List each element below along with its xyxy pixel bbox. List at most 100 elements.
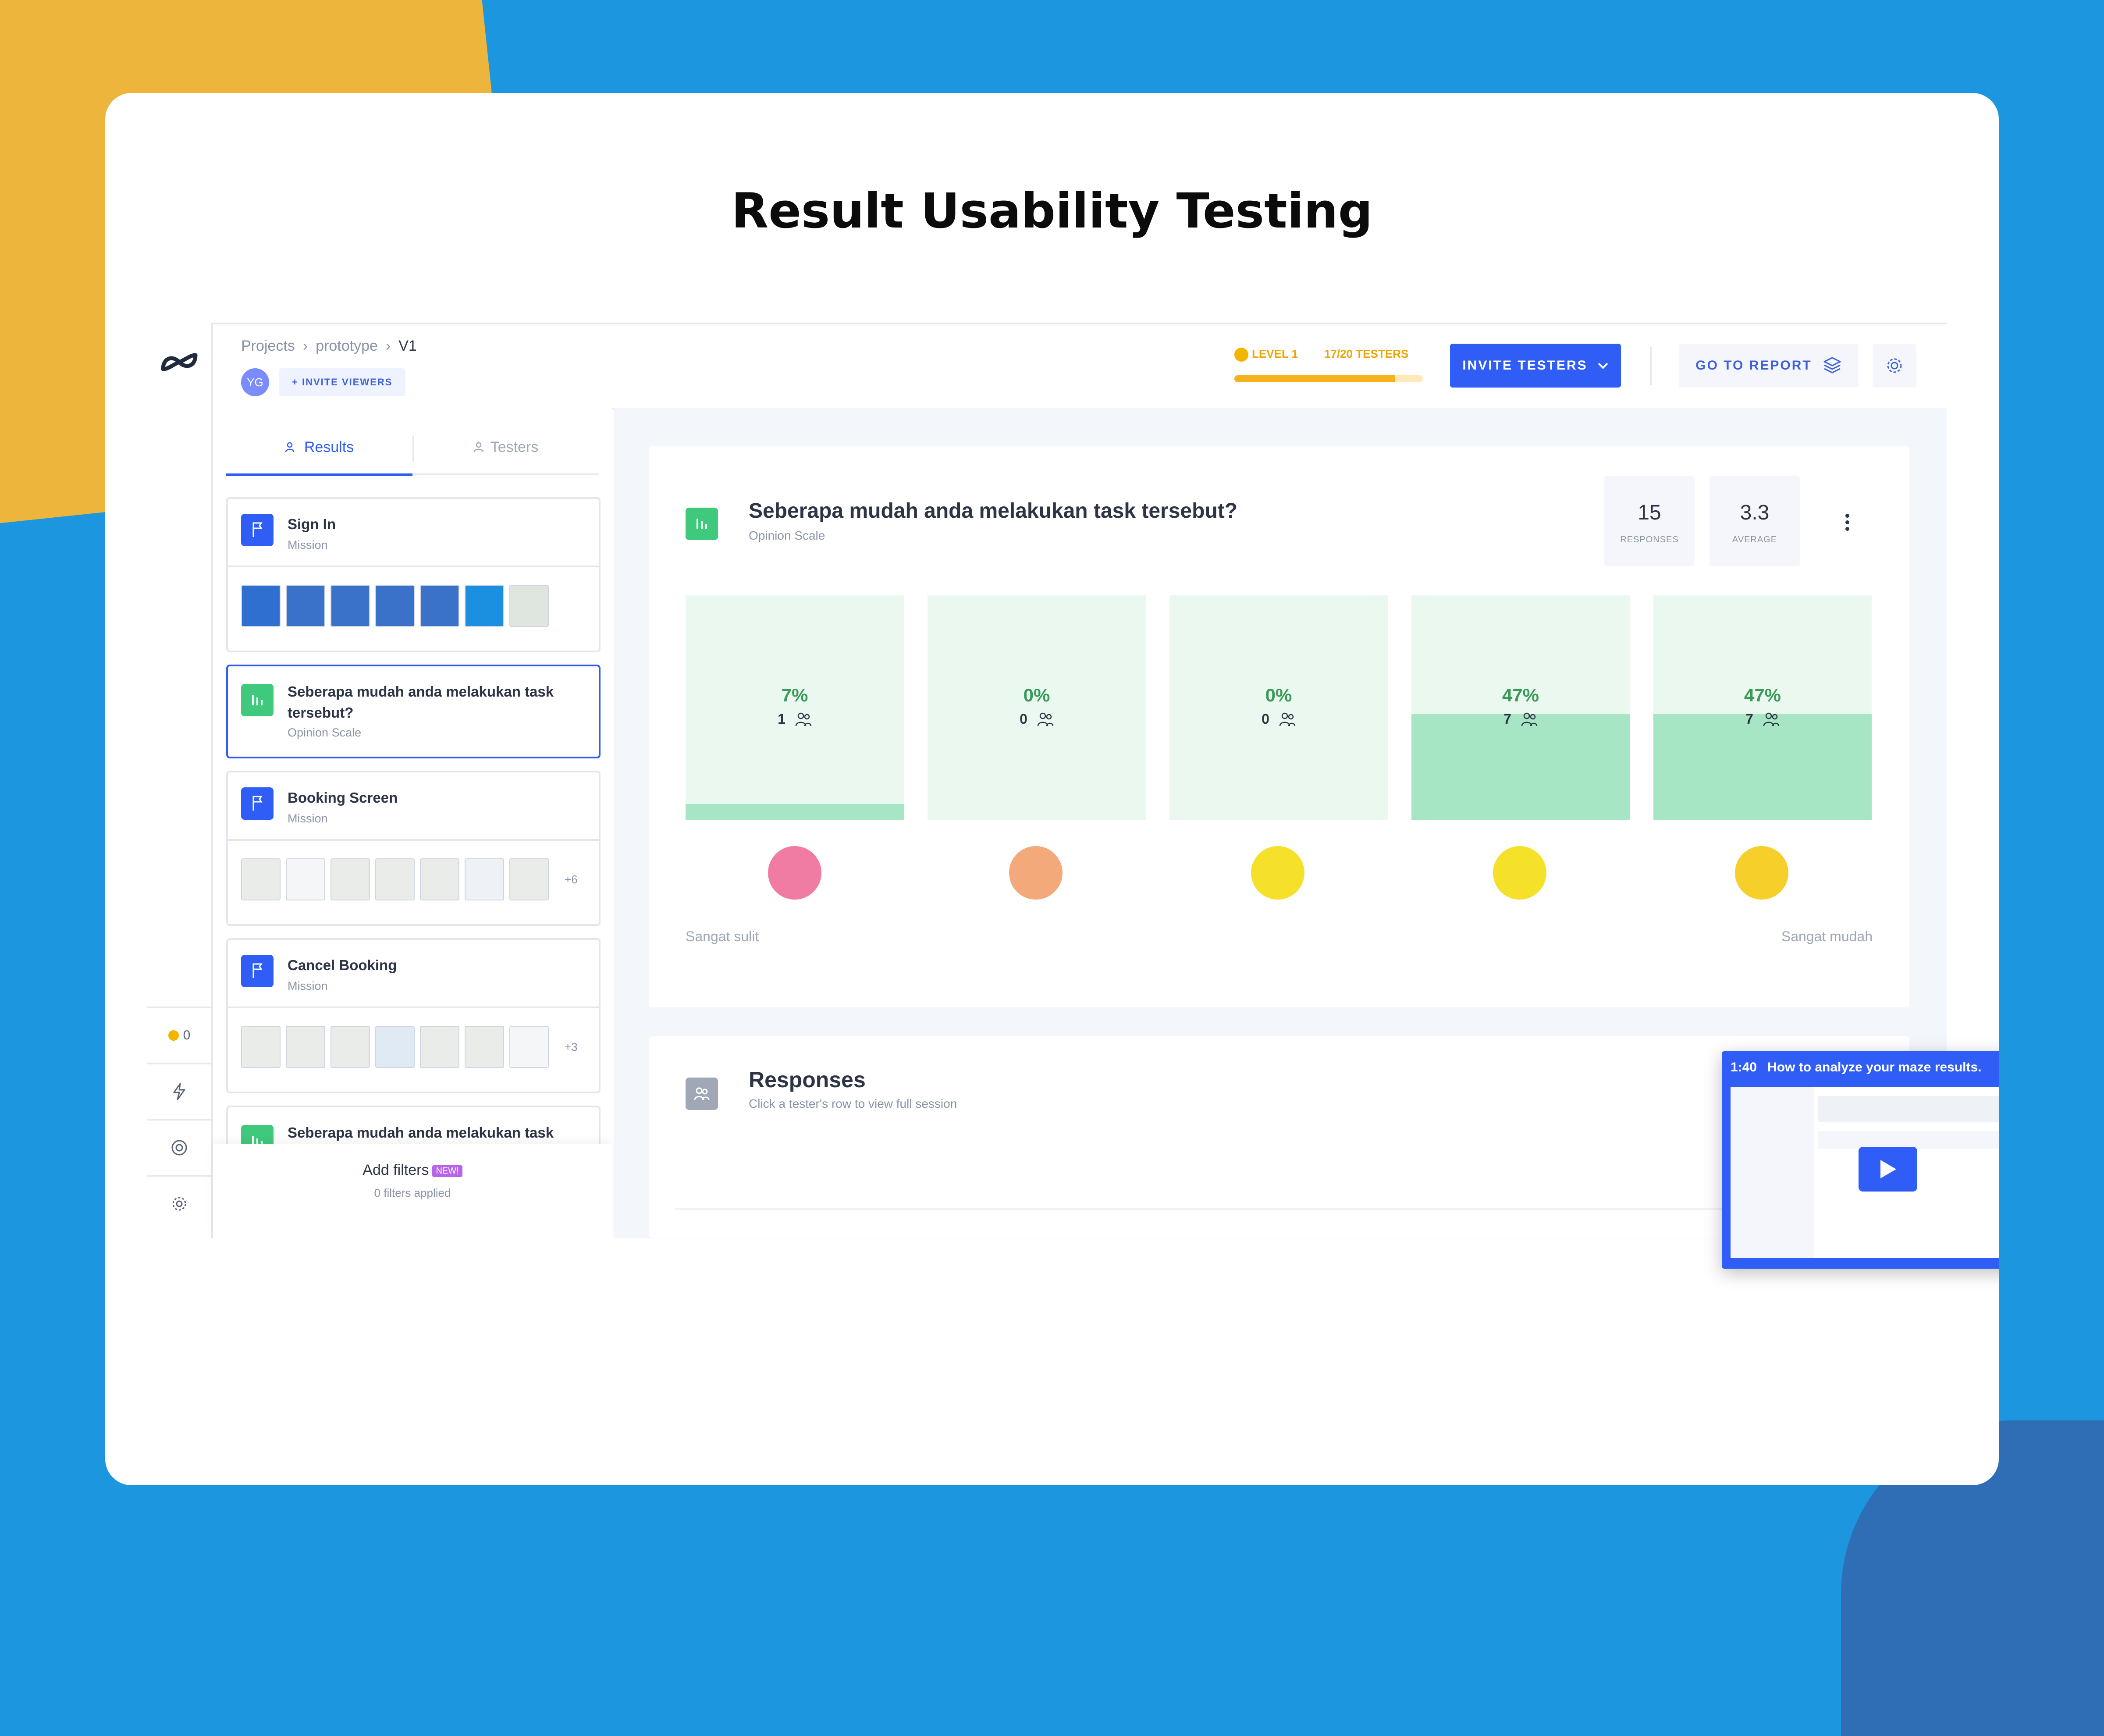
screen-thumbnail[interactable] [241,585,281,627]
screen-thumbnail[interactable] [420,858,459,900]
emoji-face-icon [1251,846,1304,900]
screen-thumbnail[interactable] [331,1026,370,1068]
opinion-bar-count-value: 0 [1020,711,1027,727]
opinion-bar[interactable]: 47% 7 [1653,595,1872,820]
level-emoji-icon [1234,348,1248,362]
tab-results-label: Results [304,438,354,455]
go-to-report-button[interactable]: GO TO REPORT [1679,344,1859,388]
responses-table-header [675,1182,1883,1210]
breadcrumb-prototype[interactable]: prototype [316,338,378,355]
emoji-face-icon [1735,846,1788,900]
go-to-report-label: GO TO REPORT [1695,358,1812,373]
more-screens-count[interactable]: +6 [565,873,578,886]
screen-thumbnail[interactable] [331,585,370,627]
task-card-opinion-scale[interactable]: Seberapa mudah anda melakukan task terse… [226,665,601,758]
play-button[interactable] [1859,1147,1917,1192]
invite-viewers-button[interactable]: + INVITE VIEWERS [279,368,406,396]
chevron-right-icon: › [302,338,308,354]
screen-thumbnail[interactable] [465,858,504,900]
question-card: Seberapa mudah anda melakukan task terse… [649,446,1909,1007]
invite-testers-label: INVITE TESTERS [1462,358,1588,373]
screen-thumbnail[interactable] [331,858,370,900]
chevron-right-icon: › [385,338,391,354]
screen-thumbnail[interactable] [286,585,325,627]
responses-value: 15 [1638,501,1661,524]
opinion-bar[interactable]: 47% 7 [1411,595,1630,820]
task-card-booking-screen[interactable]: Booking Screen Mission +6 [226,771,601,926]
emoji-face-icon [768,846,821,900]
credits-indicator[interactable]: 0 [147,1007,211,1063]
question-type: Opinion Scale [749,529,825,542]
screen-thumbnail[interactable] [465,1026,504,1068]
opinion-bar-count-value: 0 [1262,711,1269,727]
testers-progress-bar [1234,375,1423,382]
opinion-bar-percent: 7% [781,685,808,705]
screen-thumbnails [241,585,549,627]
opinion-bar[interactable]: 0% 0 [1169,595,1388,820]
more-screens-count[interactable]: +3 [565,1040,578,1054]
opinion-bar-fill [686,804,904,820]
screen-thumbnail[interactable] [420,1026,459,1068]
rail-help[interactable] [147,1119,211,1175]
avatar[interactable]: YG [241,368,269,396]
people-icon [686,1078,718,1110]
topbar-divider [1650,347,1652,385]
opinion-bar-count-value: 7 [1503,711,1511,727]
screen-thumbnail[interactable] [241,858,281,900]
video-title: How to analyze your maze results. [1767,1060,1982,1074]
screen-thumbnail[interactable] [375,585,415,627]
opinion-bar-count: 7 [1653,711,1872,727]
layers-icon [1823,357,1841,374]
opinion-bar-percent: 47% [1502,685,1539,705]
screen-thumbnail[interactable] [509,858,549,900]
people-icon [795,712,812,726]
screen-thumbnail[interactable] [241,1026,281,1068]
screen-thumbnail[interactable] [509,1026,549,1068]
gear-icon [1887,358,1902,373]
filters-applied: 0 filters applied [374,1186,451,1199]
screen-thumbnail[interactable] [420,585,459,627]
screen-thumbnail[interactable] [286,858,325,900]
breadcrumb-projects[interactable]: Projects [241,338,295,355]
more-options-icon[interactable] [1845,511,1850,534]
top-bar: Projects › prototype › V1 YG + INVITE VI… [147,323,1947,409]
responses-subtitle: Click a tester's row to view full sessio… [749,1097,957,1110]
invite-testers-button[interactable]: INVITE TESTERS [1450,344,1621,388]
rail-settings[interactable] [147,1175,211,1231]
user-icon [473,442,483,452]
rail-lightning[interactable] [147,1063,211,1119]
task-title: Seberapa mudah anda melakukan task terse… [288,683,554,721]
filters-panel[interactable]: Add filters NEW! 0 filters applied [213,1144,612,1238]
screen-thumbnail[interactable] [375,858,415,900]
level-label: LEVEL 1 [1252,347,1298,360]
task-type: Mission [288,979,328,993]
screen-thumbnail[interactable] [286,1026,325,1068]
task-title: Cancel Booking [288,957,397,973]
opinion-bar[interactable]: 0% 0 [928,595,1146,820]
emoji-face-icon [1009,846,1063,900]
screen-thumbnail[interactable] [375,1026,415,1068]
opinion-bar-percent: 0% [1265,685,1292,705]
add-filters-label[interactable]: Add filters [363,1162,429,1178]
average-label: AVERAGE [1732,535,1777,544]
responses-label: RESPONSES [1620,535,1679,544]
lightning-icon [173,1083,185,1100]
opinion-bar[interactable]: 7% 1 [686,595,904,820]
opinion-bar-percent: 47% [1744,685,1781,705]
tab-testers-label: Testers [490,438,539,455]
task-card-cancel-booking[interactable]: Cancel Booking Mission +3 [226,938,601,1093]
opinion-bar-percent: 0% [1023,685,1050,705]
screen-thumbnail[interactable] [465,585,504,627]
task-card-sign-in[interactable]: Sign In Mission [226,497,601,652]
opinion-bar-count-value: 1 [778,711,785,727]
average-value: 3.3 [1740,501,1770,524]
tab-results[interactable]: Results [226,421,412,476]
video-preview [1731,1087,1999,1258]
tab-testers[interactable]: Testers [412,421,599,473]
settings-button[interactable] [1873,344,1916,388]
tutorial-video-popup[interactable]: 1:40 How to analyze your maze results. [1722,1051,1999,1269]
chevron-down-icon [1598,363,1608,369]
screen-thumbnail[interactable] [509,585,549,627]
breadcrumb-current: V1 [398,338,417,354]
maze-logo-icon [161,353,198,371]
